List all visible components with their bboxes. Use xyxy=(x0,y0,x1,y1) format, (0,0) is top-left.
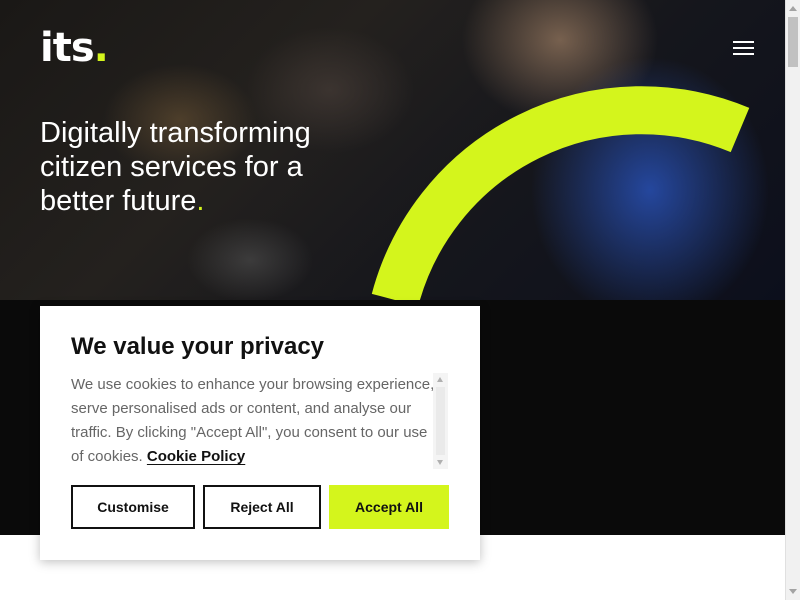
cookie-text-scrollbar[interactable] xyxy=(433,373,448,469)
cookie-consent-dialog: We value your privacy We use cookies to … xyxy=(40,306,480,560)
accept-all-button[interactable]: Accept All xyxy=(329,485,449,529)
scroll-down-arrow-icon[interactable] xyxy=(789,589,797,594)
text-scroll-up-icon[interactable] xyxy=(437,377,443,382)
cookie-dialog-title: We value your privacy xyxy=(71,333,325,360)
cookie-body-text: We use cookies to enhance your browsing … xyxy=(71,376,435,465)
logo-text: its xyxy=(40,25,95,71)
page-scrollbar[interactable] xyxy=(785,0,800,600)
text-scroll-down-icon[interactable] xyxy=(437,460,443,465)
hero-headline: Digitally transforming citizen services … xyxy=(40,116,380,218)
its-logo[interactable]: its. xyxy=(40,25,109,71)
customise-button[interactable]: Customise xyxy=(71,485,195,529)
logo-dot: . xyxy=(93,25,109,71)
scroll-up-arrow-icon[interactable] xyxy=(789,6,797,11)
reject-all-button[interactable]: Reject All xyxy=(203,485,321,529)
hero-headline-text: Digitally transforming citizen services … xyxy=(40,117,311,217)
page-scrollbar-thumb[interactable] xyxy=(788,17,798,67)
hero-headline-dot: . xyxy=(196,185,205,217)
cookie-dialog-text: We use cookies to enhance your browsing … xyxy=(71,373,436,469)
cookie-policy-link[interactable]: Cookie Policy xyxy=(147,448,245,465)
hero-section: its. Digitally transforming citizen serv… xyxy=(0,0,785,300)
text-scrollbar-thumb[interactable] xyxy=(436,387,445,455)
hamburger-menu-icon[interactable] xyxy=(728,34,760,60)
